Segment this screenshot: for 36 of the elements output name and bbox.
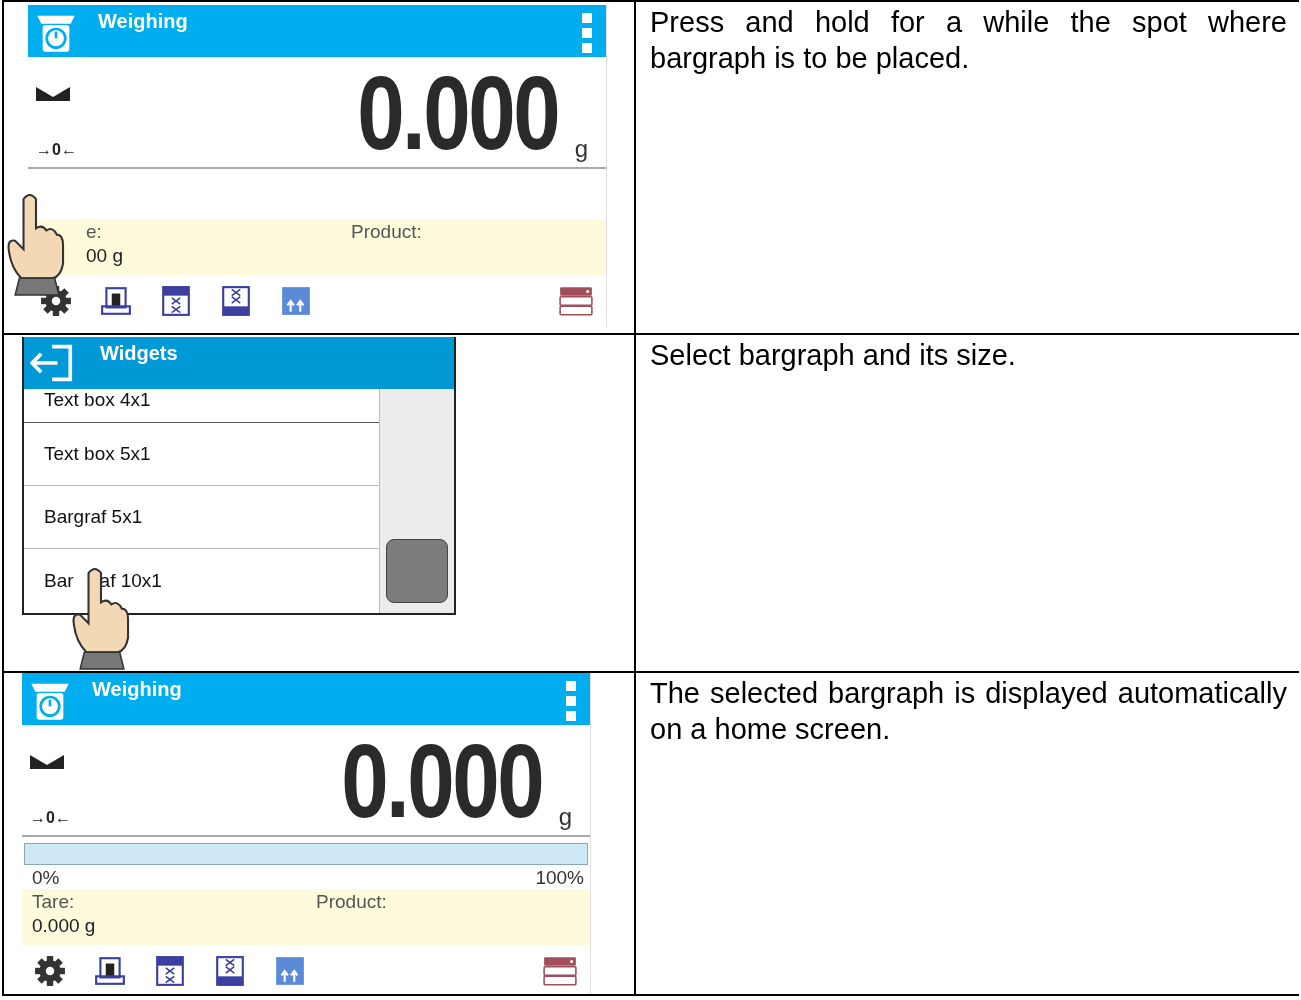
- instruction-text: Press and hold for a while the spot where bargraph is to be placed.: [650, 5, 1287, 76]
- stability-marker-icon: [30, 755, 64, 769]
- info-label: e:: [86, 221, 103, 243]
- settings-icon[interactable]: [34, 955, 66, 987]
- weight-reading: 0.000: [341, 731, 543, 831]
- zero-indicator: →0←: [30, 809, 71, 827]
- drawer-stack-icon[interactable]: [542, 955, 578, 987]
- unit-label: g: [574, 135, 588, 163]
- scrollbar[interactable]: [379, 389, 454, 613]
- screen-title: Widgets: [100, 342, 179, 365]
- unit-label: g: [558, 803, 572, 831]
- scale-icon: [30, 681, 70, 721]
- info-label: Product:: [316, 891, 388, 913]
- list-icon[interactable]: [160, 285, 192, 317]
- balance-icon[interactable]: [100, 285, 132, 317]
- arrows-up-icon[interactable]: [274, 955, 306, 987]
- instruction-text: Select bargraph and its size.: [650, 338, 1017, 373]
- arrows-up-icon[interactable]: [280, 285, 312, 317]
- weight-reading: 0.000: [357, 63, 559, 163]
- stability-marker-icon: [36, 87, 70, 101]
- screen-title: Weighing: [92, 678, 183, 701]
- info-label: Tare:: [32, 891, 76, 913]
- info-label: Product:: [351, 221, 423, 243]
- bargraph-min-label: 0%: [32, 867, 60, 889]
- scale-icon: [36, 13, 76, 53]
- balance-icon[interactable]: [94, 955, 126, 987]
- screen-title: Weighing: [98, 10, 189, 33]
- drawer-stack-icon[interactable]: [558, 285, 594, 317]
- zero-indicator: →0←: [36, 141, 77, 159]
- list-icon[interactable]: [220, 285, 252, 317]
- list-icon[interactable]: [154, 955, 186, 987]
- instruction-text: The selected bargraph is displayed automatically on a home screen.: [650, 676, 1287, 747]
- info-value: 0.000 g: [32, 915, 97, 937]
- info-value: 00 g: [86, 245, 124, 267]
- list-icon[interactable]: [214, 955, 246, 987]
- bargraph-max-label: 100%: [535, 867, 584, 889]
